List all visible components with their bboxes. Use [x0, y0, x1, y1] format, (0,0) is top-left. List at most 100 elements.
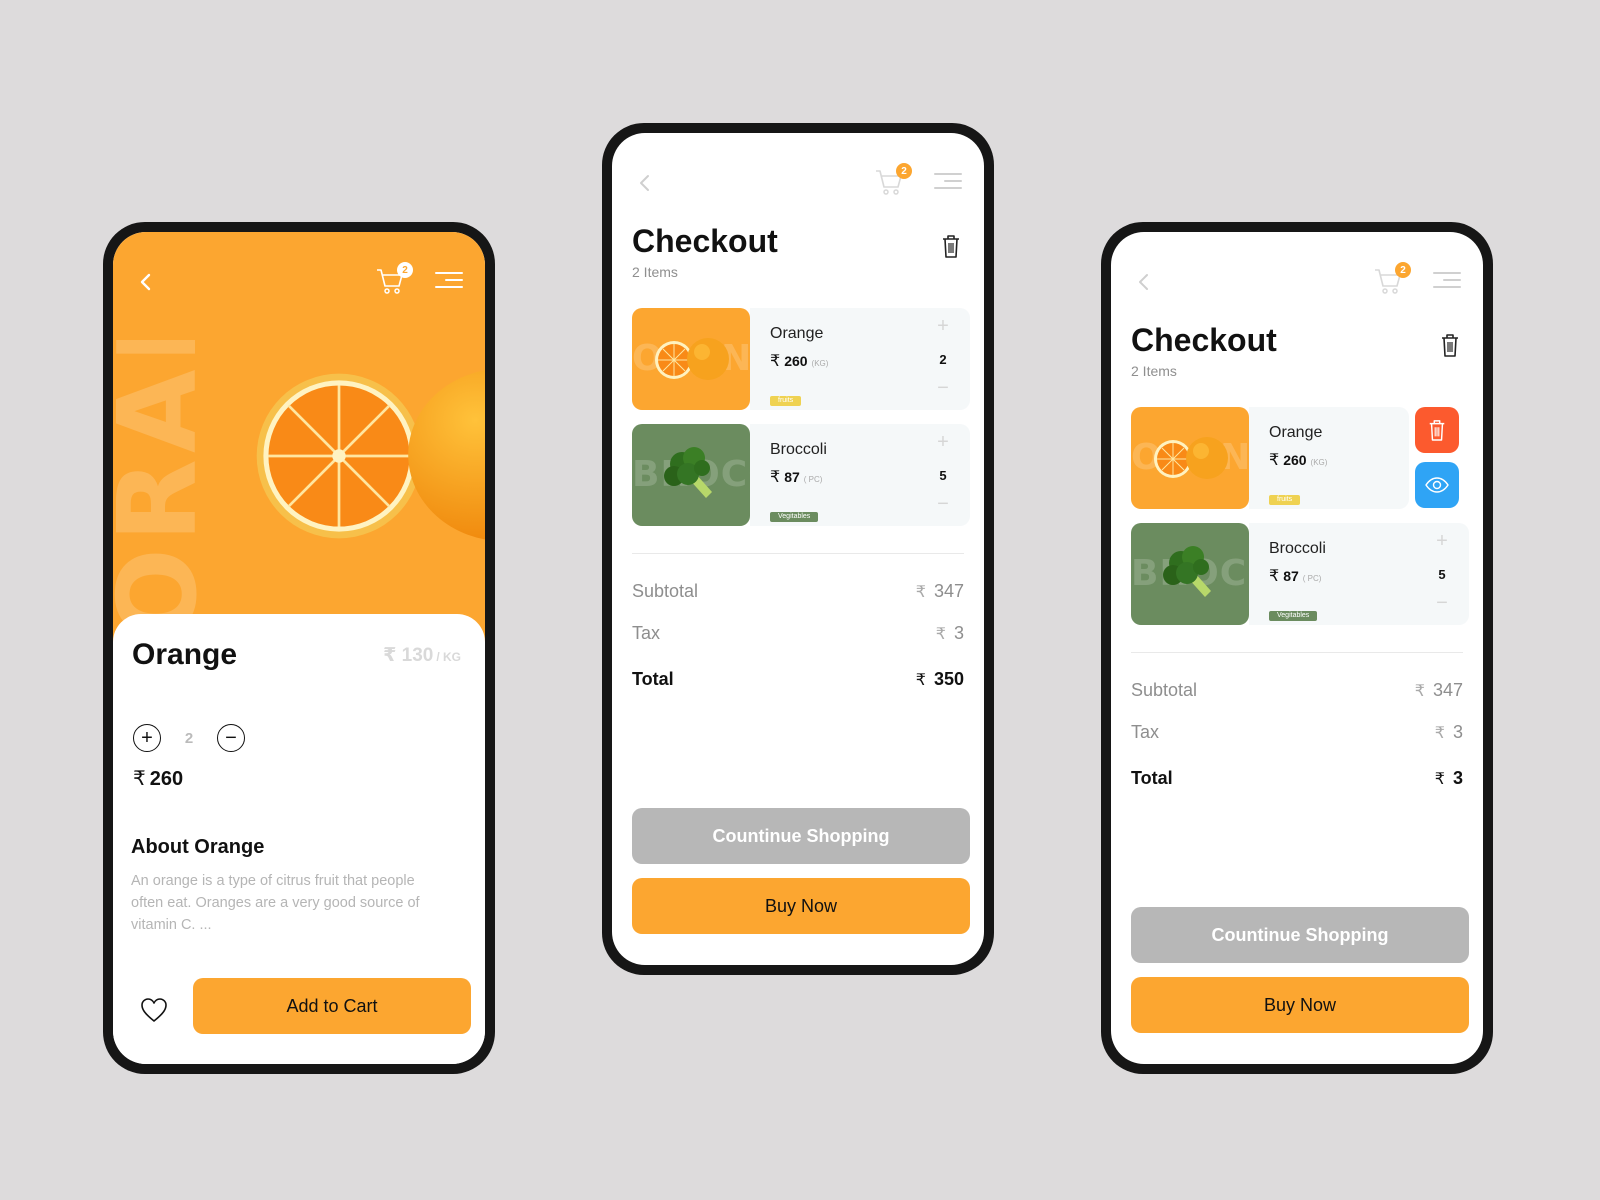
- delete-item-button[interactable]: [1415, 407, 1459, 453]
- cart-count-badge: 2: [896, 163, 912, 179]
- subtotal-row: Subtotal ₹347: [632, 581, 964, 602]
- menu-button[interactable]: [1433, 270, 1461, 292]
- cart-button[interactable]: 2: [1373, 262, 1411, 298]
- chevron-left-icon: [640, 175, 649, 191]
- item-unit: ( PC): [803, 475, 823, 484]
- tax-value: ₹3: [1435, 722, 1463, 743]
- category-tag: fruits: [770, 396, 802, 406]
- cart-item-broccoli[interactable]: BROCCOLI Broccoli ₹87( PC) Vegitables + …: [1131, 523, 1469, 625]
- top-bar: 2: [113, 232, 485, 332]
- tax-row: Tax ₹3: [632, 623, 964, 644]
- page-title: Checkout: [632, 223, 778, 259]
- total-row: Total ₹350: [632, 669, 964, 690]
- total-amount: 350: [933, 669, 964, 689]
- view-item-button[interactable]: [1415, 462, 1459, 508]
- item-price: ₹87( PC): [770, 467, 822, 487]
- increment-button[interactable]: +: [936, 316, 950, 336]
- tax-label: Tax: [632, 623, 661, 643]
- item-thumbnail: ORANGE: [632, 308, 750, 410]
- decrement-button[interactable]: −: [217, 724, 245, 752]
- checkout-swipe-screen: 2 Checkout 2 Items ORANGE Orange ₹260: [1111, 232, 1483, 1064]
- orange-image: [1154, 437, 1228, 479]
- orange-image: [655, 338, 729, 380]
- item-price: ₹87( PC): [1269, 566, 1321, 586]
- divider: [632, 553, 964, 554]
- tax-amount: 3: [1452, 722, 1463, 742]
- total-amount: 3: [1452, 768, 1463, 788]
- buy-now-button[interactable]: Buy Now: [1131, 977, 1469, 1033]
- item-price-value: 87: [1283, 568, 1299, 584]
- tax-row: Tax ₹3: [1131, 722, 1463, 743]
- item-info: Orange ₹260 (KG) fruits: [1249, 407, 1409, 509]
- category-tag: fruits: [1269, 495, 1301, 505]
- phone-checkout: 2 Checkout 2 Items ORANGE Orange ₹260: [602, 123, 994, 975]
- menu-button[interactable]: [934, 171, 962, 193]
- phone-checkout-swipe: 2 Checkout 2 Items ORANGE Orange ₹260: [1101, 222, 1493, 1074]
- increment-button[interactable]: +: [936, 432, 950, 452]
- rupee-icon: ₹: [1434, 725, 1445, 742]
- top-bar: 2: [612, 133, 984, 233]
- rupee-icon: ₹: [915, 672, 926, 689]
- page-title: Checkout: [1131, 322, 1277, 358]
- add-to-cart-button[interactable]: Add to Cart: [193, 978, 471, 1034]
- about-heading: About Orange: [131, 836, 265, 858]
- rupee-icon: ₹: [770, 469, 781, 486]
- item-name: Broccoli: [1269, 540, 1326, 557]
- total-row: Total ₹3: [1131, 768, 1463, 789]
- menu-line: [1433, 272, 1461, 274]
- item-price-value: 260: [784, 353, 808, 369]
- about-description: An orange is a type of citrus fruit that…: [131, 873, 420, 933]
- increment-button[interactable]: +: [1435, 531, 1449, 551]
- decrement-button[interactable]: −: [936, 378, 950, 398]
- item-price-value: 260: [1283, 452, 1307, 468]
- cart-item-broccoli[interactable]: BROCCOLI Broccoli ₹87( PC) Vegitables + …: [632, 424, 970, 526]
- decrement-button[interactable]: −: [1435, 593, 1449, 613]
- clear-cart-button[interactable]: [940, 233, 962, 259]
- item-thumbnail: ORANGE: [1131, 407, 1249, 509]
- continue-shopping-button[interactable]: Countinue Shopping: [632, 808, 970, 864]
- unit-price-value: 130: [401, 645, 434, 666]
- cart-item-orange[interactable]: ORANGE Orange ₹260(KG) fruits: [1131, 407, 1409, 509]
- continue-shopping-button[interactable]: Countinue Shopping: [1131, 907, 1469, 963]
- subtotal-value: ₹347: [916, 581, 964, 602]
- menu-line: [435, 286, 463, 288]
- back-button[interactable]: [1133, 270, 1157, 294]
- total-value: ₹350: [916, 669, 964, 690]
- product-screen: ORANGE: [113, 232, 485, 1064]
- top-bar: 2: [1111, 232, 1483, 332]
- item-unit: ( PC): [1302, 574, 1322, 583]
- eye-icon: [1425, 477, 1449, 493]
- total-price-value: 260: [149, 768, 184, 790]
- total-value: ₹3: [1435, 768, 1463, 789]
- trash-icon: [943, 235, 959, 258]
- cart-button[interactable]: 2: [874, 163, 912, 199]
- item-unit: (KG): [1310, 458, 1328, 467]
- menu-line: [1443, 279, 1461, 281]
- cart-item-orange[interactable]: ORANGE Orange ₹260(KG) fruits + 2 −: [632, 308, 970, 410]
- favorite-button[interactable]: [140, 997, 168, 1023]
- rupee-icon: ₹: [1414, 683, 1425, 700]
- unit-label: / KG: [436, 650, 461, 664]
- decrement-button[interactable]: −: [936, 494, 950, 514]
- menu-button[interactable]: [435, 270, 463, 292]
- cart-button[interactable]: 2: [375, 262, 413, 298]
- chevron-left-icon: [1139, 274, 1148, 290]
- subtotal-amount: 347: [933, 581, 964, 601]
- tax-label: Tax: [1131, 722, 1160, 742]
- clear-cart-button[interactable]: [1439, 332, 1461, 358]
- product-total-price: ₹260: [133, 766, 183, 791]
- back-button[interactable]: [135, 270, 159, 294]
- increment-button[interactable]: +: [133, 724, 161, 752]
- rupee-icon: ₹: [770, 353, 781, 370]
- menu-line: [934, 173, 962, 175]
- orange-slice-image: [256, 373, 422, 539]
- item-thumbnail: BROCCOLI: [1131, 523, 1249, 625]
- buy-now-button[interactable]: Buy Now: [632, 878, 970, 934]
- back-button[interactable]: [634, 171, 658, 195]
- product-hero: ORANGE: [113, 232, 485, 652]
- total-label: Total: [1131, 768, 1173, 788]
- chevron-left-icon: [140, 273, 151, 291]
- subtotal-row: Subtotal ₹347: [1131, 680, 1463, 701]
- quantity-stepper: + 2 −: [133, 724, 245, 752]
- menu-line: [1433, 286, 1461, 288]
